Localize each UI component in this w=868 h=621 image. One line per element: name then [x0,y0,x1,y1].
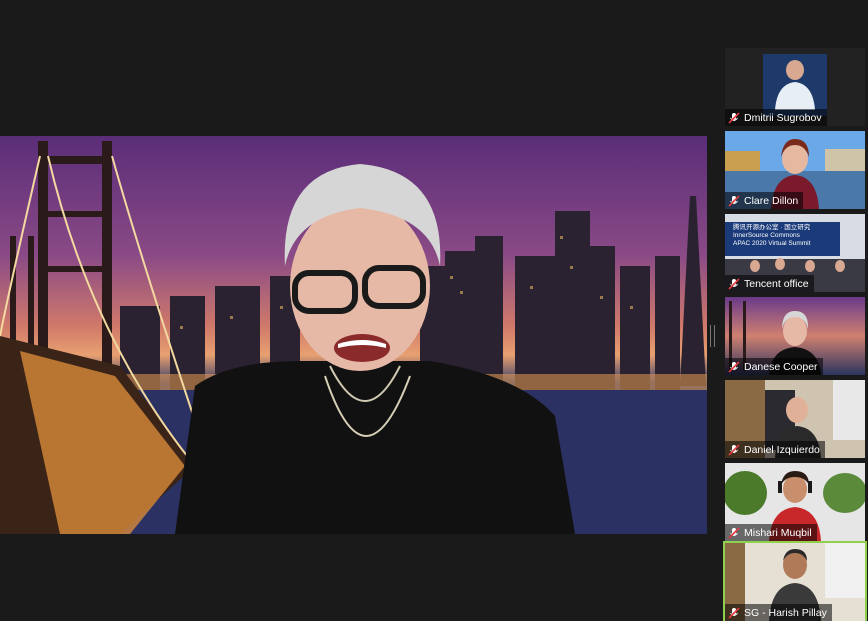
participant-tile[interactable]: Mishari Muqbil [725,463,865,541]
gallery-resize-handle[interactable] [710,325,715,347]
muted-microphone-icon [728,443,740,456]
participant-name: Clare Dillon [744,194,799,207]
muted-microphone-icon [728,111,740,124]
event-banner: 腾讯开源办公室 · 国立研究 InnerSource Commons APAC … [733,224,811,247]
participant-nameplate: Danese Cooper [725,358,823,375]
participant-tile[interactable]: Clare Dillon [725,131,865,209]
muted-microphone-icon [728,606,740,619]
participant-nameplate: Dmitrii Sugrobov [725,109,827,126]
participant-tile[interactable]: Daniel Izquierdo [725,380,865,458]
participant-tile-active-speaker[interactable]: SG - Harish Pillay [723,541,867,621]
main-speaker-video[interactable] [0,136,707,534]
participant-tile[interactable]: Dmitrii Sugrobov [725,48,865,126]
virtual-background-bridge [0,141,707,534]
participant-nameplate: Clare Dillon [725,192,804,209]
participant-nameplate: Daniel Izquierdo [725,441,825,458]
muted-microphone-icon [728,277,740,290]
participant-name: SG - Harish Pillay [744,606,827,619]
participant-name: Dmitrii Sugrobov [744,111,822,124]
muted-microphone-icon [728,360,740,373]
participant-name: Tencent office [744,277,809,290]
participant-name: Daniel Izquierdo [744,443,820,456]
muted-microphone-icon [728,526,740,539]
muted-microphone-icon [728,194,740,207]
participant-nameplate: Mishari Muqbil [725,524,817,541]
participant-nameplate: Tencent office [725,275,814,292]
participant-name: Danese Cooper [744,360,818,373]
participant-tile[interactable]: 腾讯开源办公室 · 国立研究 InnerSource Commons APAC … [725,214,865,292]
participant-name: Mishari Muqbil [744,526,812,539]
participant-tile[interactable]: Danese Cooper [725,297,865,375]
participant-nameplate: SG - Harish Pillay [725,604,832,621]
